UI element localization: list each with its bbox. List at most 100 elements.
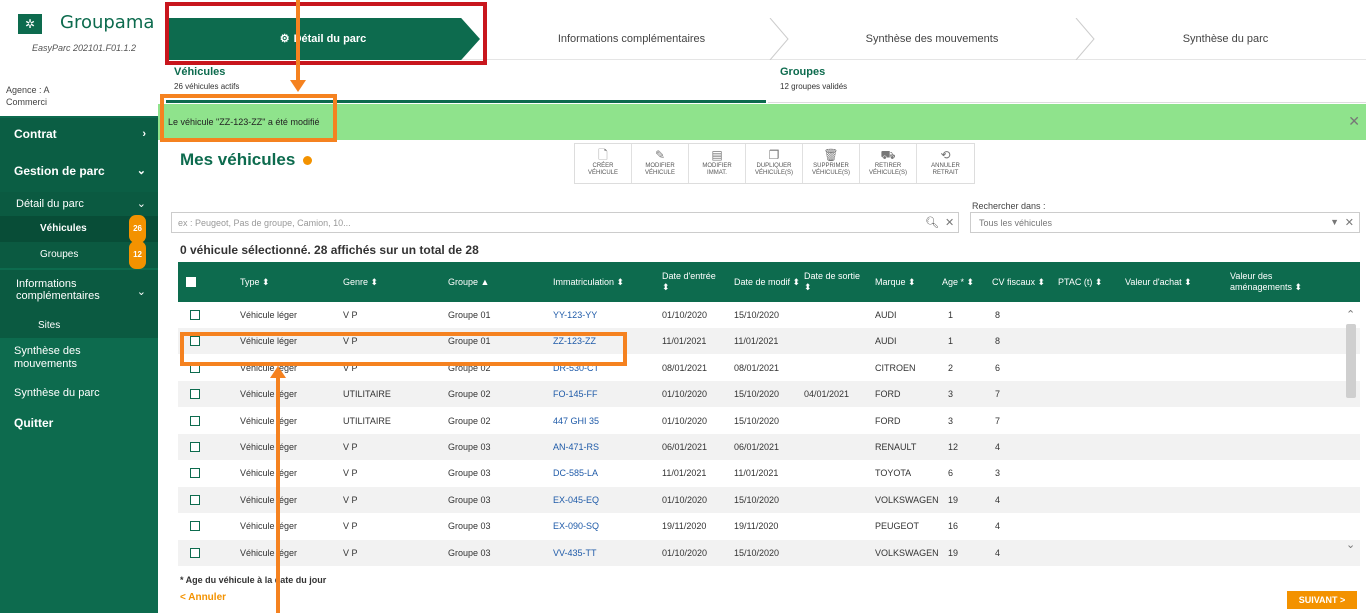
annotation-orange-box-banner <box>160 94 337 142</box>
col-ptac[interactable]: PTAC (t) ⬍ <box>1058 262 1102 302</box>
step-synthese-parc[interactable]: Synthèse du parc <box>1085 18 1366 60</box>
search-input[interactable]: ex : Peugeot, Pas de groupe, Camion, 10.… <box>171 212 959 233</box>
cancel-button[interactable]: < Annuler <box>180 592 226 603</box>
cell-groupe: Groupe 03 <box>448 468 491 479</box>
cell-marque: AUDI <box>875 336 897 347</box>
toolbar-label-line1: MODIFIER <box>645 163 675 169</box>
cell-immat[interactable]: DC-585-LA <box>553 460 598 486</box>
sidebar: ✲ Groupama EasyParc 202101.F01.1.2 Agenc… <box>0 0 158 613</box>
search-scope-value: Tous les véhicules <box>979 218 1053 228</box>
cell-immat[interactable]: YY-123-YY <box>553 302 597 328</box>
nav-detail-parc[interactable]: Détail du parc ⌄ <box>0 192 158 216</box>
nav-contrat[interactable]: Contrat › <box>0 118 158 150</box>
col-cv[interactable]: CV fiscaux ⬍ <box>992 262 1045 302</box>
info-dot-icon[interactable] <box>303 156 313 166</box>
col-groupe[interactable]: Groupe ▲ <box>448 262 489 302</box>
table-row[interactable]: Véhicule léger V P Groupe 03 EX-090-SQ 19/11… <box>178 513 1360 540</box>
table-row[interactable]: Véhicule léger V P Groupe 01 YY-123-YY 01/10… <box>178 302 1360 328</box>
summary-groupes-sub: 12 groupes validés <box>780 82 848 91</box>
next-button[interactable]: SUIVANT > <box>1287 591 1357 609</box>
col-age[interactable]: Age * ⬍ <box>942 262 974 302</box>
cell-cv: 4 <box>995 494 1001 505</box>
table-row[interactable]: Véhicule léger V P Groupe 03 VV-435-TT 01/10… <box>178 539 1360 566</box>
table-row[interactable]: Véhicule léger V P Groupe 03 EX-045-EQ 01/10… <box>178 486 1360 513</box>
nav-sites[interactable]: Sites <box>0 314 158 338</box>
col-valeur-amenagements[interactable]: Valeur des aménagements ⬍ <box>1230 262 1320 302</box>
nav-synthese-mouvements[interactable]: Synthèse des mouvements <box>0 340 158 380</box>
step-informations[interactable]: Informations complémentaires <box>484 18 779 60</box>
cell-sortie: 04/01/2021 <box>804 389 850 400</box>
summary-groupes[interactable]: Groupes 12 groupes validés <box>768 63 1366 103</box>
nav-quitter-label: Quitter <box>14 416 54 430</box>
cell-groupe: Groupe 03 <box>448 494 491 505</box>
col-type[interactable]: Type ⬍ <box>240 262 270 302</box>
cell-immat[interactable]: EX-090-SQ <box>553 513 599 539</box>
row-checkbox[interactable] <box>190 442 200 452</box>
row-checkbox[interactable] <box>190 521 200 532</box>
nav-informations[interactable]: Informations complémentaires ⌄ <box>0 270 158 314</box>
row-checkbox[interactable] <box>190 310 200 320</box>
cell-groupe: Groupe 03 <box>448 442 491 452</box>
nav-contrat-label: Contrat <box>14 127 57 141</box>
nav-gestion-parc[interactable]: Gestion de parc ⌄ <box>0 150 158 192</box>
toolbar-button-5[interactable]: ⛟ RETIRER VÉHICULE(S) <box>860 144 917 183</box>
cell-entree: 06/01/2021 <box>662 442 708 452</box>
row-checkbox[interactable] <box>190 389 200 400</box>
cell-immat[interactable]: AN-471-RS <box>553 434 599 460</box>
cell-immat[interactable]: EX-045-EQ <box>553 487 599 513</box>
toolbar-label-line1: SUPPRIMER <box>813 163 849 169</box>
table-row[interactable]: Véhicule léger UTILITAIRE Groupe 02 447 GHI… <box>178 407 1360 434</box>
toolbar-button-4[interactable]: 🗑 SUPPRIMER VÉHICULE(S) <box>803 144 860 183</box>
cell-immat[interactable]: VV-435-TT <box>553 540 597 566</box>
col-date-modif[interactable]: Date de modif ⬍ <box>734 262 802 302</box>
nav-synthese-parc[interactable]: Synthèse du parc <box>0 382 158 404</box>
age-footnote: * Age du véhicule à la date du jour <box>180 575 327 585</box>
nav-quitter[interactable]: Quitter <box>0 406 158 440</box>
col-valeur-achat[interactable]: Valeur d'achat ⬍ <box>1125 262 1192 302</box>
toolbar-button-1[interactable]: ✎ MODIFIER VÉHICULE <box>632 144 689 183</box>
row-checkbox[interactable] <box>190 468 200 479</box>
table-row[interactable]: Véhicule léger V P Groupe 03 DC-585-LA 11/01… <box>178 460 1360 487</box>
toolbar-button-3[interactable]: ❐ DUPLIQUER VÉHICULE(S) <box>746 144 803 183</box>
cell-immat[interactable]: 447 GHI 35 <box>553 408 599 434</box>
clear-icon[interactable]: ✕ <box>1345 216 1354 229</box>
scroll-down-icon[interactable]: ⌄ <box>1346 538 1355 551</box>
toolbar-button-0[interactable]: 🗋 CRÉER VÉHICULE <box>575 144 632 183</box>
col-date-entree[interactable]: Date d'entrée ⬍ <box>662 262 722 302</box>
col-marque[interactable]: Marque ⬍ <box>875 262 916 302</box>
nav-groupes[interactable]: Groupes 12 <box>0 241 158 269</box>
row-checkbox[interactable] <box>190 547 200 558</box>
scroll-up-icon[interactable]: ⌃ <box>1346 308 1355 321</box>
scrollbar-thumb[interactable] <box>1346 324 1356 398</box>
step-synthese-mouvements[interactable]: Synthèse des mouvements <box>779 18 1085 60</box>
cell-immat[interactable]: FO-145-FF <box>553 381 598 407</box>
clear-icon[interactable]: ✕ <box>945 216 954 229</box>
cell-entree: 19/11/2020 <box>662 521 707 532</box>
search-icon[interactable]: 🔍︎ <box>925 216 939 229</box>
row-checkbox[interactable] <box>190 415 200 426</box>
toolbar-label-line2: VÉHICULE <box>587 170 618 176</box>
cell-entree: 01/10/2020 <box>662 547 708 558</box>
cell-genre: UTILITAIRE <box>343 415 391 426</box>
search-scope-select[interactable]: Tous les véhicules ▼ ✕ <box>970 212 1360 233</box>
toolbar-button-6[interactable]: ⟲ ANNULER RETRAIT <box>917 144 974 183</box>
cell-groupe: Groupe 02 <box>448 389 491 400</box>
nav-vehicules[interactable]: Véhicules 26 <box>0 215 158 243</box>
toolbar-button-2[interactable]: ▤ MODIFIER IMMAT. <box>689 144 746 183</box>
cell-marque: PEUGEOT <box>875 521 920 532</box>
cell-cv: 8 <box>995 336 1001 347</box>
annotation-red-box <box>165 2 487 65</box>
col-immat[interactable]: Immatriculation ⬍ <box>553 262 624 302</box>
select-all-checkbox[interactable] <box>186 262 196 302</box>
close-icon[interactable]: ✕ <box>1348 113 1360 130</box>
cell-modif: 11/01/2021 <box>734 336 779 347</box>
table-row[interactable]: Véhicule léger V P Groupe 03 AN-471-RS 06/01… <box>178 434 1360 460</box>
cell-type: Véhicule léger <box>240 415 298 426</box>
nav-detail-label: Détail du parc <box>16 198 84 210</box>
row-checkbox[interactable] <box>190 494 200 505</box>
col-genre[interactable]: Genre ⬍ <box>343 262 378 302</box>
toolbar-label-line2: VÉHICULE(S) <box>754 170 793 176</box>
table-row[interactable]: Véhicule léger UTILITAIRE Groupe 02 FO-145-… <box>178 381 1360 408</box>
col-date-sortie[interactable]: Date de sortie ⬍ <box>804 262 864 302</box>
cell-genre: V P <box>343 494 358 505</box>
